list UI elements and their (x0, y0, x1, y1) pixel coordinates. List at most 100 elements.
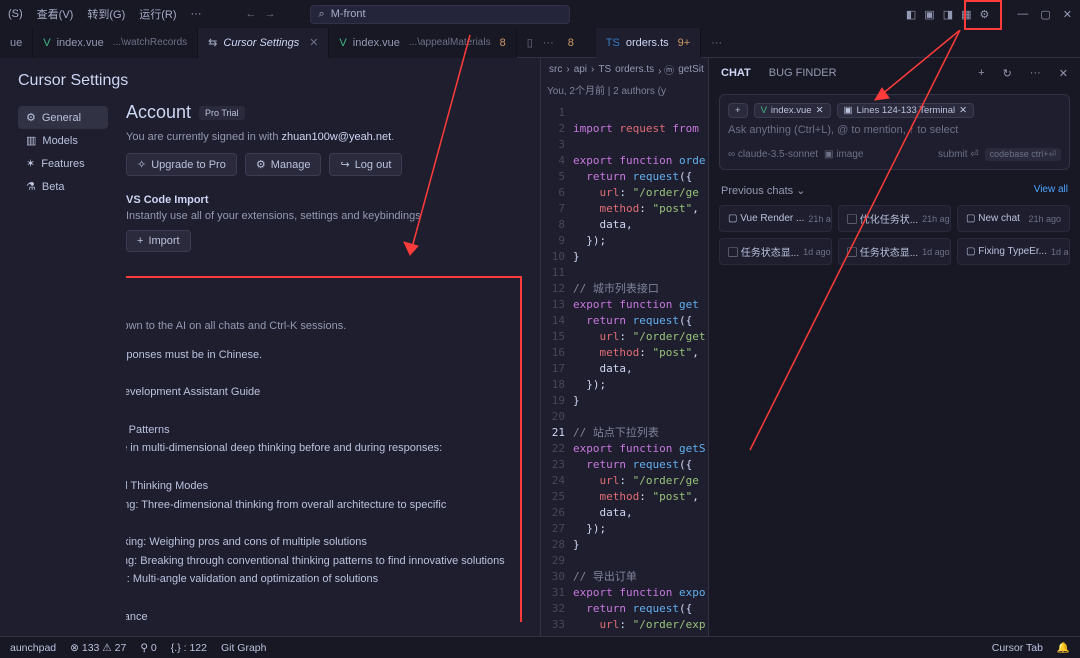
code-content[interactable]: import request from export function orde… (573, 101, 708, 636)
status-cursor-pos[interactable]: {.} : 122 (171, 642, 207, 654)
rules-for-ai-section: Rules for AI These rules get shown to th… (126, 276, 522, 622)
tab-badge: 9+ (678, 37, 691, 49)
tab[interactable]: ue (0, 28, 33, 58)
account-email: zhuan100w@yeah.net (282, 131, 392, 143)
search-icon: ⌕ (319, 8, 325, 21)
tab-group-badge: 8 (564, 37, 584, 49)
nav-back-icon[interactable]: ← (246, 8, 257, 20)
context-chip-plus[interactable]: + (728, 103, 748, 118)
tab-path: ...\watchRecords (113, 37, 187, 48)
tab-chat[interactable]: CHAT (721, 67, 751, 79)
close-icon[interactable]: ✕ (1059, 67, 1068, 80)
tab[interactable]: V index.vue ...\watchRecords (33, 28, 198, 58)
image-button[interactable]: ▣ image (824, 149, 863, 160)
sidenav-features[interactable]: ✶Features (18, 152, 108, 175)
line-gutter: 12345678910 11121314151617181920 2122232… (541, 101, 573, 636)
terminal-icon: ▣ (844, 105, 853, 116)
tab-label: index.vue (353, 37, 400, 49)
sidenav-models[interactable]: ▥Models (18, 129, 108, 152)
import-button[interactable]: + Import (126, 230, 191, 252)
customize-layout-icon[interactable]: ▦ (961, 8, 971, 21)
history-item[interactable]: ▢ 任务状态显...1d ago (838, 238, 951, 265)
context-chip-file[interactable]: Vindex.vue✕ (754, 103, 831, 118)
vue-icon: V (43, 37, 50, 49)
tab-label: index.vue (57, 37, 104, 49)
minimize-icon[interactable]: — (1017, 8, 1028, 21)
close-icon[interactable]: ✕ (1063, 8, 1072, 21)
status-ports[interactable]: ⚲ 0 (140, 642, 156, 654)
chat-input-box[interactable]: + Vindex.vue✕ ▣Lines 124-133 Terminal✕ A… (719, 94, 1070, 170)
view-all-link[interactable]: View all (1034, 184, 1068, 197)
previous-chats-label[interactable]: Previous chats ⌄ (721, 184, 805, 197)
status-bar: aunchpad ⊗ 133 ⚠ 27 ⚲ 0 {.} : 122 Git Gr… (0, 636, 1080, 658)
nav-fwd-icon[interactable]: → (265, 8, 276, 20)
rules-sub: These rules get shown to the AI on all c… (126, 320, 506, 332)
tab-label: Cursor Settings (223, 37, 299, 49)
title-bar: (S) 查看(V) 转到(G) 运行(R) ··· ← → ⌕ M-front … (0, 0, 1080, 28)
history-item[interactable]: ▢ 任务状态显...1d ago (719, 238, 832, 265)
breadcrumb[interactable]: src › api › TS orders.ts › ⓜ getSit (541, 58, 708, 80)
menu-overflow[interactable]: ··· (191, 8, 202, 20)
more-icon[interactable]: ··· (543, 37, 554, 49)
close-tab-icon[interactable]: ✕ (309, 36, 318, 49)
tab-label: orders.ts (626, 37, 669, 49)
plan-pill: Pro Trial (199, 106, 245, 120)
menu-item[interactable]: (S) (8, 8, 23, 20)
logout-button[interactable]: ↪Log out (329, 153, 402, 176)
settings-gear-icon[interactable]: ⚙ (980, 8, 990, 21)
rules-textarea[interactable]: By default, all responses must be in Chi… (126, 346, 506, 622)
menu-item[interactable]: 运行(R) (139, 6, 176, 22)
command-center[interactable]: ⌕ M-front (310, 5, 570, 24)
codebase-button[interactable]: codebase ctrl+⏎ (985, 148, 1061, 161)
editor-tabs: ue V index.vue ...\watchRecords ⇆ Cursor… (0, 28, 1080, 58)
rules-heading: Rules for AI (126, 296, 506, 314)
sparkle-icon: ✶ (26, 157, 35, 170)
history-item[interactable]: ▢ Fixing TypeEr...1d ago (957, 238, 1070, 265)
plus-icon[interactable]: + (978, 67, 984, 79)
split-icon[interactable]: ▯ (527, 36, 533, 49)
tab-badge: 8 (500, 37, 506, 49)
ts-icon: TS (606, 37, 620, 49)
upgrade-button[interactable]: ✧Upgrade to Pro (126, 153, 237, 176)
more-icon[interactable]: ··· (1030, 67, 1041, 79)
notification-icon[interactable]: 🔔 (1057, 641, 1070, 654)
chat-input[interactable]: Ask anything (Ctrl+L), @ to mention, ↑ t… (728, 124, 1061, 136)
tab-bugfinder[interactable]: BUG FINDER (769, 67, 837, 79)
layout-left-icon[interactable]: ◧ (906, 8, 916, 21)
chat-history-grid: ▢ Vue Render ...21h ago ▢ 优化任务状...21h ag… (709, 205, 1080, 265)
vue-icon: V (761, 105, 767, 116)
tab-active[interactable]: ⇆ Cursor Settings ✕ (198, 28, 329, 58)
import-desc: Instantly use all of your extensions, se… (126, 210, 522, 222)
maximize-icon[interactable]: ▢ (1040, 8, 1050, 21)
status-git-graph[interactable]: Git Graph (221, 642, 267, 654)
sidenav-beta[interactable]: ⚗Beta (18, 175, 108, 198)
sidenav-general[interactable]: ⚙General (18, 106, 108, 129)
layout-bottom-icon[interactable]: ▣ (924, 8, 934, 21)
status-cursor-tab[interactable]: Cursor Tab (992, 642, 1043, 654)
history-item[interactable]: ▢ 优化任务状...21h ago (838, 205, 951, 232)
code-lens: You, 2个月前 | 2 authors (y (541, 80, 708, 101)
history-item[interactable]: ▢ New chat21h ago (957, 205, 1070, 232)
submit-button[interactable]: submit ⏎ (938, 149, 979, 160)
logout-icon: ↪ (340, 158, 349, 171)
account-heading: Account (126, 102, 191, 123)
code-editor: src › api › TS orders.ts › ⓜ getSit You,… (540, 58, 708, 636)
flask-icon: ⚗ (26, 180, 36, 193)
layout-right-icon[interactable]: ◨ (943, 8, 953, 21)
menu-item[interactable]: 转到(G) (87, 6, 125, 22)
settings-sidenav: ⚙General ▥Models ✶Features ⚗Beta (18, 102, 108, 622)
star-icon: ✧ (137, 158, 146, 171)
menu-item[interactable]: 查看(V) (37, 6, 74, 22)
status-launchpad[interactable]: aunchpad (10, 642, 56, 654)
import-heading: VS Code Import (126, 194, 522, 206)
tab[interactable]: V index.vue ...\appealMaterials 8 (329, 28, 516, 58)
manage-button[interactable]: ⚙Manage (245, 153, 322, 176)
status-problems[interactable]: ⊗ 133 ⚠ 27 (70, 642, 126, 654)
context-chip-lines[interactable]: ▣Lines 124-133 Terminal✕ (837, 103, 975, 118)
history-icon[interactable]: ↻ (1003, 67, 1012, 80)
model-picker[interactable]: ∞ claude-3.5-sonnet (728, 149, 818, 160)
tab[interactable]: TS orders.ts 9+ (596, 28, 701, 58)
more-icon[interactable]: ··· (711, 37, 722, 49)
cursor-settings-pane: Cursor Settings ⚙General ▥Models ✶Featur… (0, 58, 540, 636)
history-item[interactable]: ▢ Vue Render ...21h ago (719, 205, 832, 232)
